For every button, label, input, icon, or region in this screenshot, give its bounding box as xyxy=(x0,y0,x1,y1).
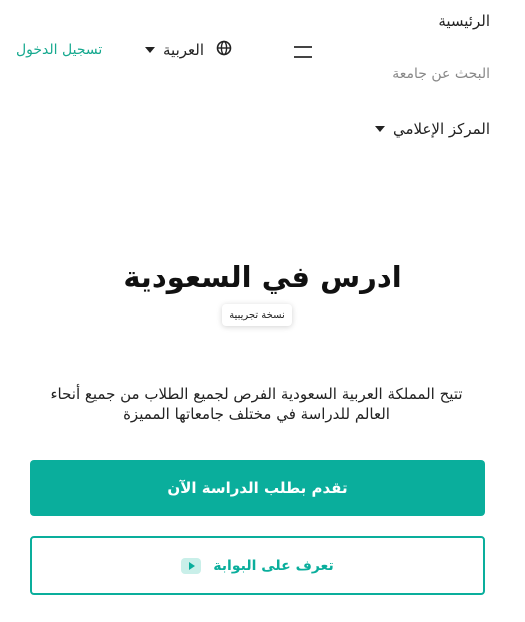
globe-icon xyxy=(216,40,232,60)
learn-about-portal-button[interactable]: تعرف على البوابة xyxy=(30,536,485,595)
media-center-label: المركز الإعلامي xyxy=(392,120,490,138)
page-title: ادرس في السعودية xyxy=(123,260,402,294)
nav-search-university-link[interactable]: البحث عن جامعة xyxy=(392,66,490,82)
caret-down-icon xyxy=(374,126,385,132)
play-icon xyxy=(181,557,202,574)
language-selector[interactable]: العربية xyxy=(145,40,232,60)
learn-about-portal-label: تعرف على البوابة xyxy=(213,557,334,574)
login-link[interactable]: تسجيل الدخول xyxy=(16,42,102,58)
hero-description: تتيح المملكة العربية السعودية الفرص لجمي… xyxy=(50,385,463,423)
language-label: العربية xyxy=(163,41,204,59)
nav-home-link[interactable]: الرئيسية xyxy=(438,12,490,30)
beta-badge: نسخة تجريبية xyxy=(222,304,292,326)
hamburger-menu-icon[interactable] xyxy=(294,46,312,60)
caret-down-icon xyxy=(145,47,155,53)
nav-media-center-dropdown[interactable]: المركز الإعلامي xyxy=(374,120,490,138)
apply-now-button[interactable]: تقدم بطلب الدراسة الآن xyxy=(30,460,485,516)
